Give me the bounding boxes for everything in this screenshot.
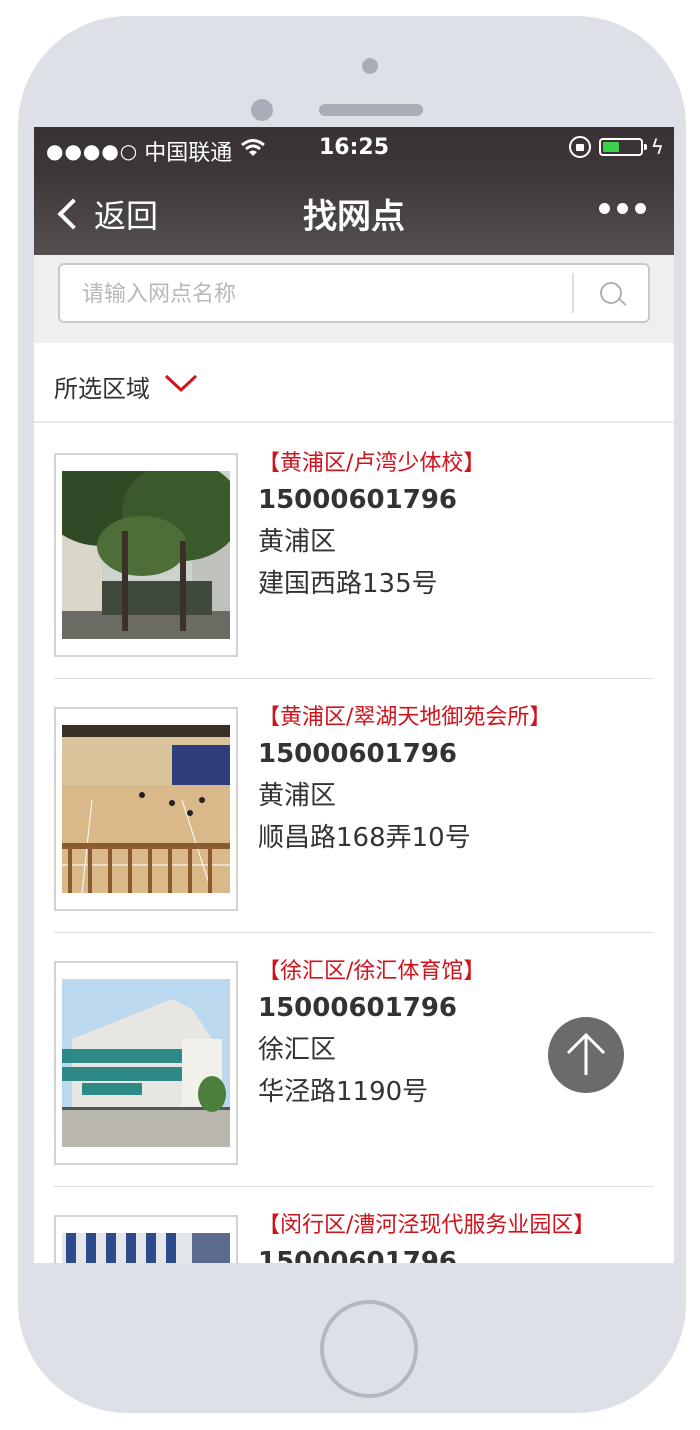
outlet-address: 华泾路1190号 (258, 1077, 429, 1107)
outlet-thumbnail (54, 707, 238, 911)
outlet-thumbnail (54, 453, 238, 657)
outlet-thumbnail (54, 1215, 238, 1263)
status-bar: ●●●●○ 中国联通 16:25 ϟ (34, 127, 674, 171)
search-input[interactable] (80, 265, 564, 323)
search-divider (572, 273, 574, 313)
page-title: 找网点 (303, 197, 405, 237)
earpiece-speaker (319, 104, 423, 116)
outlet-title[interactable]: 【徐汇区/徐汇体育馆】 (258, 957, 485, 987)
outlet-address: 建国西路135号 (258, 569, 438, 599)
battery-icon (598, 138, 647, 156)
outlet-title[interactable]: 【闵行区/漕河泾现代服务业园区】 (258, 1211, 595, 1241)
front-camera (251, 99, 273, 121)
outlet-district: 徐汇区 (258, 1035, 337, 1065)
gymnasium-building-photo (62, 979, 230, 1147)
list-item[interactable]: 【黄浦区/卢湾少体校】 15000601796 黄浦区 建国西路135号 (54, 425, 654, 679)
front-sensor (362, 58, 378, 74)
search-box (58, 263, 650, 323)
list-item[interactable]: 【闵行区/漕河泾现代服务业园区】 15000601796 (54, 1187, 654, 1263)
charging-bolt-icon: ϟ (650, 135, 664, 159)
outlet-thumbnail (54, 961, 238, 1165)
outlet-phone[interactable]: 15000601796 (258, 987, 485, 1029)
search-bar (34, 255, 674, 343)
rotation-lock-icon (568, 136, 591, 158)
scroll-top-button[interactable] (548, 1017, 624, 1093)
outlet-phone[interactable]: 15000601796 (258, 733, 551, 775)
outlet-district: 黄浦区 (258, 781, 337, 811)
navigation-bar: 返回 找网点 (34, 171, 674, 255)
region-filter[interactable]: 所选区域 (34, 343, 674, 423)
scroll-top-arrow-icon (566, 1032, 606, 1075)
more-icon[interactable] (599, 203, 646, 214)
app-screen: ●●●●○ 中国联通 16:25 ϟ 返回 找网点 请输入网点名称 所选区域 【… (34, 127, 674, 1263)
list-item[interactable]: 【黄浦区/翠湖天地御苑会所】 15000601796 黄浦区 顺昌路168弄10… (54, 679, 654, 933)
outlet-phone[interactable]: 15000601796 (258, 1241, 595, 1263)
region-filter-label: 所选区域 (54, 375, 150, 403)
office-building-photo (62, 1233, 230, 1263)
outlet-phone[interactable]: 15000601796 (258, 479, 485, 521)
outlet-district: 黄浦区 (258, 527, 337, 557)
outlet-title[interactable]: 【黄浦区/翠湖天地御苑会所】 (258, 703, 551, 733)
indoor-court-photo (62, 725, 230, 893)
outlet-address: 顺昌路168弄10号 (258, 823, 471, 853)
outlet-title[interactable]: 【黄浦区/卢湾少体校】 (258, 449, 485, 479)
chevron-down-icon[interactable] (164, 373, 198, 397)
home-button[interactable] (320, 1300, 418, 1398)
search-icon[interactable] (600, 282, 622, 304)
street-trees-photo (62, 471, 230, 639)
battery-level (602, 142, 619, 152)
